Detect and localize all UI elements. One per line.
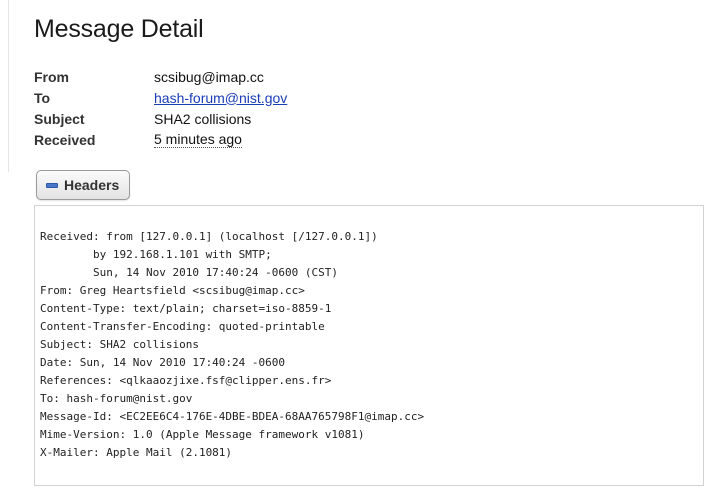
page-title: Message Detail [34,15,204,43]
header-line: Received: from [127.0.0.1] (localhost [/… [40,230,378,243]
header-line: Content-Transfer-Encoding: quoted-printa… [40,320,325,333]
from-value: scsibug@imap.cc [154,68,264,85]
raw-headers-panel: Received: from [127.0.0.1] (localhost [/… [34,205,704,486]
header-line: Date: Sun, 14 Nov 2010 17:40:24 -0600 [40,356,286,369]
header-line: X-Mailer: Apple Mail (2.1081) [40,446,233,459]
subject-label: Subject [34,110,85,127]
header-line: Subject: SHA2 collisions [40,338,199,351]
to-email-link[interactable]: hash-forum@nist.gov [154,90,287,106]
meta-row-received: Received 5 minutes ago [34,129,287,150]
header-line: Content-Type: text/plain; charset=iso-88… [40,302,332,315]
message-meta: From scsibug@imap.cc To hash-forum@nist.… [34,66,287,150]
subject-value: SHA2 collisions [154,110,252,127]
header-line: References: <qlkaaozjixe.fsf@clipper.ens… [40,374,332,387]
from-label: From [34,68,69,85]
header-line: Message-Id: <EC2EE6C4-176E-4DBE-BDEA-68A… [40,410,425,423]
header-line: Mime-Version: 1.0 (Apple Message framewo… [40,428,365,441]
meta-row-subject: Subject SHA2 collisions [34,108,287,129]
received-label: Received [34,131,96,148]
headers-toggle-button[interactable]: Headers [36,170,131,200]
left-divider [8,0,9,172]
meta-row-to: To hash-forum@nist.gov [34,87,287,108]
header-line: Sun, 14 Nov 2010 17:40:24 -0600 (CST) [40,266,339,279]
minus-icon [46,182,58,188]
header-line: From: Greg Heartsfield <scsibug@imap.cc> [40,284,305,297]
header-line: by 192.168.1.101 with SMTP; [40,248,272,261]
headers-toggle-label: Headers [64,177,120,193]
received-time[interactable]: 5 minutes ago [154,131,242,148]
to-label: To [34,89,51,106]
meta-row-from: From scsibug@imap.cc [34,66,287,87]
header-line: To: hash-forum@nist.gov [40,392,193,405]
